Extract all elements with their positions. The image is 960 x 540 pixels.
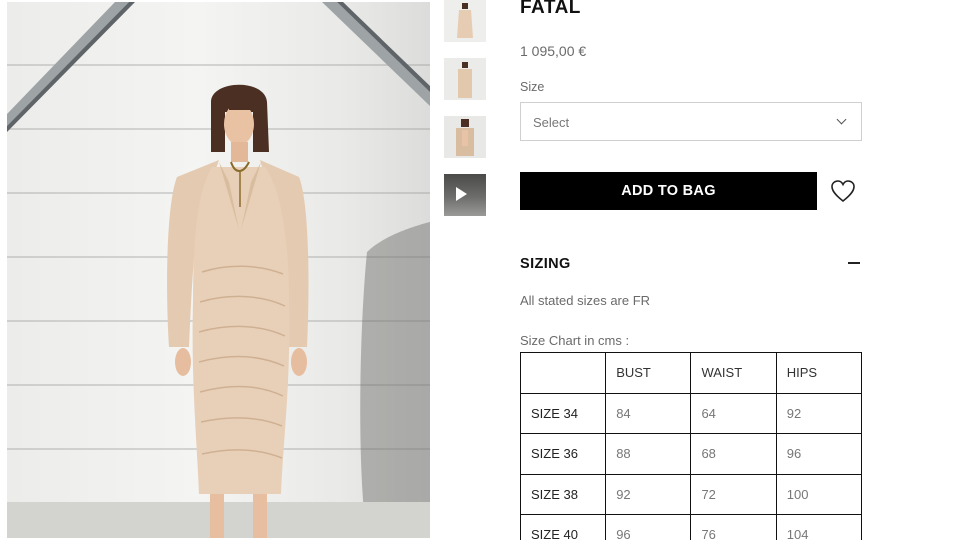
heart-icon	[831, 180, 855, 203]
add-to-bag-button[interactable]: ADD TO BAG	[520, 172, 817, 210]
chevron-down-icon	[836, 114, 847, 125]
size-chart-cell: 100	[775, 473, 863, 515]
size-chart-caption: Size Chart in cms :	[520, 333, 630, 348]
model-photo-illustration	[7, 2, 430, 538]
size-label: Size	[520, 80, 545, 94]
size-select[interactable]: Select	[520, 102, 862, 141]
video-thumbnail[interactable]	[444, 174, 486, 216]
size-chart-header-row: BUST WAIST HIPS	[519, 352, 863, 394]
size-chart-cell: 84	[605, 392, 692, 434]
play-icon	[456, 187, 467, 201]
thumbnail-3-image	[444, 116, 486, 158]
size-chart-cell: 76	[690, 514, 777, 540]
size-chart-row: SIZE 36 88 68 96	[519, 433, 863, 475]
size-chart-cell: 88	[605, 433, 692, 475]
size-chart-header-cell: HIPS	[775, 352, 863, 394]
minus-icon[interactable]	[848, 262, 860, 264]
size-chart-row-label: SIZE 38	[519, 473, 607, 515]
size-chart-table: BUST WAIST HIPS SIZE 34 84 64 92 SIZE 36…	[519, 352, 863, 540]
size-chart-row: SIZE 40 96 76 104	[519, 514, 863, 540]
size-chart-row-label: SIZE 40	[519, 514, 607, 540]
product-main-image[interactable]	[7, 2, 430, 538]
size-chart-header-cell: BUST	[605, 352, 692, 394]
size-chart-header-cell	[519, 352, 607, 394]
wishlist-button[interactable]	[829, 178, 857, 204]
thumbnail-2-image	[444, 58, 486, 100]
size-chart-cell: 92	[775, 392, 863, 434]
size-chart-cell: 64	[690, 392, 777, 434]
size-chart-row: SIZE 38 92 72 100	[519, 473, 863, 515]
size-chart-header-cell: WAIST	[690, 352, 777, 394]
thumbnail-1-image	[444, 0, 486, 42]
sizing-note: All stated sizes are FR	[520, 293, 651, 308]
sizing-section-title[interactable]: SIZING	[520, 256, 571, 272]
size-chart-row-label: SIZE 34	[519, 392, 607, 434]
product-price: 1 095,00 €	[520, 43, 587, 59]
size-select-value: Select	[533, 115, 570, 130]
size-chart-cell: 68	[690, 433, 777, 475]
thumbnail-1[interactable]	[444, 0, 486, 42]
size-chart-cell: 92	[605, 473, 692, 515]
size-chart-cell: 96	[775, 433, 863, 475]
size-chart-cell: 72	[690, 473, 777, 515]
size-chart-row-label: SIZE 36	[519, 433, 607, 475]
thumbnail-2[interactable]	[444, 58, 486, 100]
size-chart-row: SIZE 34 84 64 92	[519, 392, 863, 434]
size-chart-cell: 96	[605, 514, 692, 540]
product-title: FATAL	[520, 0, 581, 18]
thumbnail-3[interactable]	[444, 116, 486, 158]
size-chart-cell: 104	[775, 514, 863, 540]
